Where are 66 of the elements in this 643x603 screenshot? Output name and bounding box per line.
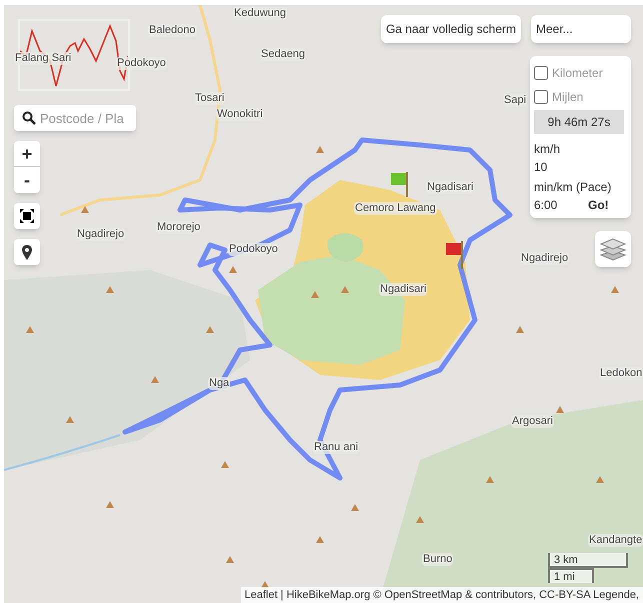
peak-icon [516,326,524,333]
peak-icon [151,376,159,383]
place-label: Ngadisari [379,283,428,296]
peak-icon [351,504,359,511]
place-label: Tosari [194,92,226,105]
place-label: Ranu ani [313,441,360,454]
peak-icon [416,516,424,523]
more-button[interactable]: Meer... [531,15,631,43]
peak-icon [486,476,494,483]
place-label: Ngadirejo [76,228,126,241]
peak-icon [596,476,604,483]
peak-icon [106,501,114,508]
scale-bar: 1 mi [548,568,594,583]
place-label: Mororejo [156,221,202,234]
peak-icon [226,556,234,563]
attribution-text: | HikeBikeMap.org © OpenStreetMap & contributors, CC-BY-SA Legende, [280,588,639,602]
peak-icon [316,536,324,543]
leaflet-link[interactable]: Leaflet [244,586,278,603]
fullscreen-button[interactable] [14,203,40,229]
peak-icon [66,416,74,423]
location-pin-icon [22,244,32,260]
locate-button[interactable] [14,239,40,265]
peak-icon [106,286,114,293]
place-label: Ledokon [599,367,643,380]
duration-text: 9h 46m 27s [534,110,624,134]
peak-icon [229,266,237,273]
place-label: Argosari [511,415,554,428]
peak-icon [81,206,89,213]
peak-icon [341,286,349,293]
finish-flag-icon [446,241,463,269]
place-label: Wonokitri [216,108,264,121]
start-flag-icon [391,172,408,197]
zoom-in-button[interactable]: + [14,141,40,167]
peak-icon [206,326,214,333]
place-label: Sapi [503,94,528,107]
unit-checkbox[interactable] [534,90,548,104]
scale-bar: 3 km [548,553,628,568]
peak-icon [311,291,319,298]
peak-icon [611,286,619,293]
layers-button[interactable] [595,231,631,267]
peak-icon [316,146,324,153]
place-label: Kandangte [588,534,643,547]
place-label: Falang Sari [14,52,72,65]
place-label: Baledono [148,24,196,37]
speed-label: km/h [534,141,560,158]
search-field[interactable]: Postcode / Pla [14,105,136,131]
place-label: Nga [208,377,230,390]
peak-icon [556,406,564,413]
fullscreen-icon [20,209,34,223]
place-label: Podokoyo [228,243,279,256]
peak-icon [26,326,34,333]
unit-checkbox[interactable] [534,66,548,80]
peak-icon [221,461,229,468]
pace-input[interactable]: 6:00 [534,196,582,214]
fullscreen-text-button[interactable]: Ga naar volledig scherm [380,15,521,43]
place-label: Keduwung [233,7,287,20]
place-label: Ngadirejo [520,252,570,265]
zoom-out-button[interactable]: - [14,167,40,193]
layers-icon [600,237,626,261]
place-label: Sedaeng [260,48,306,61]
place-label: Cemoro Lawang [354,202,437,215]
pace-label: min/km (Pace) [534,179,612,196]
place-label: Ngadisari [426,181,474,194]
go-button[interactable]: Go! [586,196,611,214]
place-label: Podokoyo [116,57,167,70]
place-label: Burno [422,553,454,566]
